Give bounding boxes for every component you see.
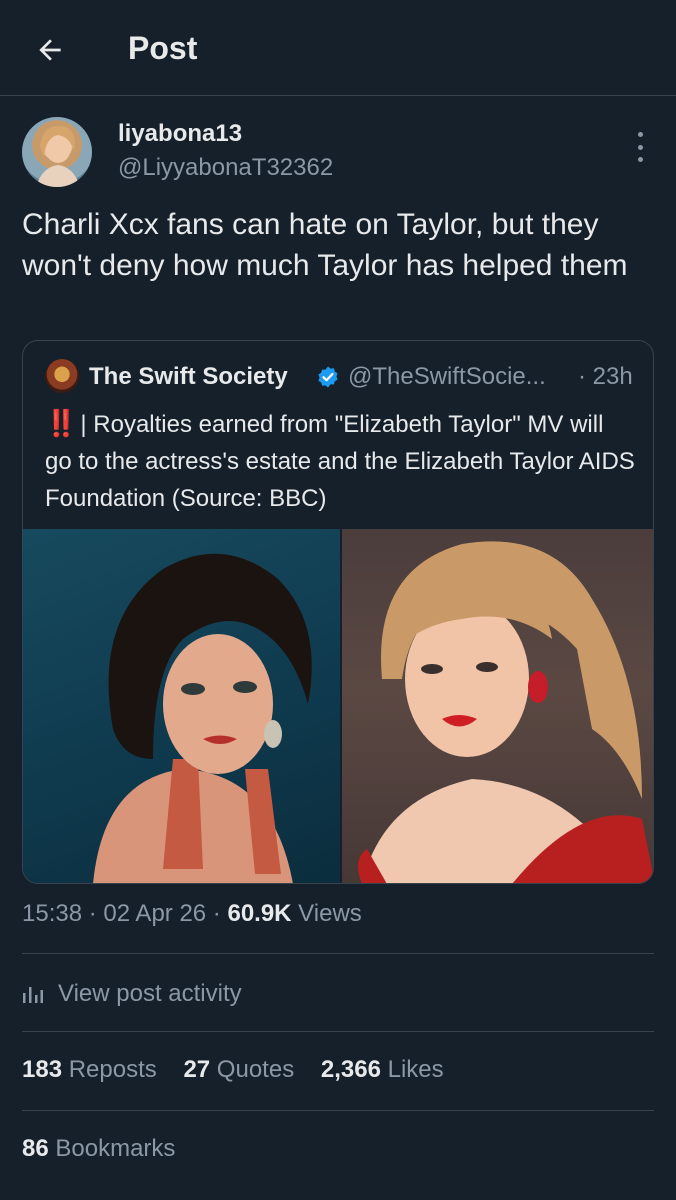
- bookmarks-stat[interactable]: 86 Bookmarks: [22, 1135, 175, 1163]
- quote-author-name[interactable]: The Swift Society: [89, 363, 288, 391]
- reposts-stat[interactable]: 183 Reposts: [22, 1056, 157, 1083]
- quote-author-handle[interactable]: @TheSwiftSocie...: [348, 363, 546, 391]
- likes-count: 2,366: [320, 1056, 381, 1083]
- post-text: Charli Xcx fans can hate on Taylor, but …: [22, 208, 628, 282]
- avatar[interactable]: [22, 117, 92, 187]
- meta-separator: ·: [82, 900, 104, 927]
- quote-timestamp: · 23h: [578, 363, 633, 390]
- bookmarks-count: 86: [22, 1135, 49, 1162]
- quote-text-body: | Royalties earned from "Elizabeth Taylo…: [45, 411, 635, 512]
- avatar-image: [36, 125, 80, 187]
- more-icon: [637, 132, 643, 137]
- meta-separator: ·: [206, 900, 228, 927]
- reposts-label: Reposts: [62, 1056, 157, 1083]
- more-icon-dot: [637, 144, 643, 150]
- more-button[interactable]: [626, 132, 654, 162]
- quotes-stat[interactable]: 27 Quotes: [183, 1056, 294, 1083]
- photo-left-image: [93, 553, 312, 883]
- engagement-stats: 183 Reposts 27 Quotes 2,366 Likes: [22, 1056, 464, 1084]
- divider: [22, 1110, 654, 1111]
- double-exclamation-icon: ‼️: [45, 408, 77, 438]
- quote-avatar[interactable]: [45, 359, 79, 393]
- view-post-activity-button[interactable]: View post activity: [22, 976, 242, 1012]
- back-button[interactable]: [28, 28, 72, 72]
- quotes-label: Quotes: [210, 1056, 295, 1083]
- quotes-count: 27: [183, 1056, 211, 1083]
- author-handle[interactable]: @LiyyabonaT32362: [118, 154, 333, 182]
- divider: [22, 1031, 654, 1032]
- post-time: 15:38: [22, 900, 83, 927]
- page-title: Post: [128, 30, 198, 66]
- views-count: 60.9K: [227, 900, 292, 927]
- top-bar: Post: [0, 0, 676, 96]
- quoted-post[interactable]: The Swift Society @TheSwiftSocie... · 23…: [22, 340, 654, 884]
- bookmarks-label: Bookmarks: [48, 1135, 176, 1162]
- post-date: 02 Apr 26: [103, 900, 207, 927]
- reposts-count: 183: [22, 1056, 63, 1083]
- likes-stat[interactable]: 2,366 Likes: [321, 1056, 444, 1083]
- author-name[interactable]: liyabona13: [118, 120, 242, 148]
- verified-icon: [318, 366, 338, 388]
- bar-chart-icon: [23, 987, 43, 1003]
- photo-right-image: [358, 541, 653, 883]
- photo-taylor-swift[interactable]: [342, 529, 653, 883]
- quote-text: ‼️ | Royalties earned from "Elizabeth Tay…: [45, 405, 635, 517]
- likes-label: Likes: [380, 1056, 444, 1083]
- back-arrow-icon: [39, 39, 61, 61]
- post-meta: 15:38 · 02 Apr 26 · 60.9K Views: [22, 900, 362, 928]
- more-icon-dot: [637, 157, 643, 162]
- photo-elizabeth-taylor[interactable]: [23, 529, 340, 883]
- divider: [22, 953, 654, 954]
- view-post-activity-label: View post activity: [58, 980, 242, 1007]
- views-label: Views: [291, 900, 362, 927]
